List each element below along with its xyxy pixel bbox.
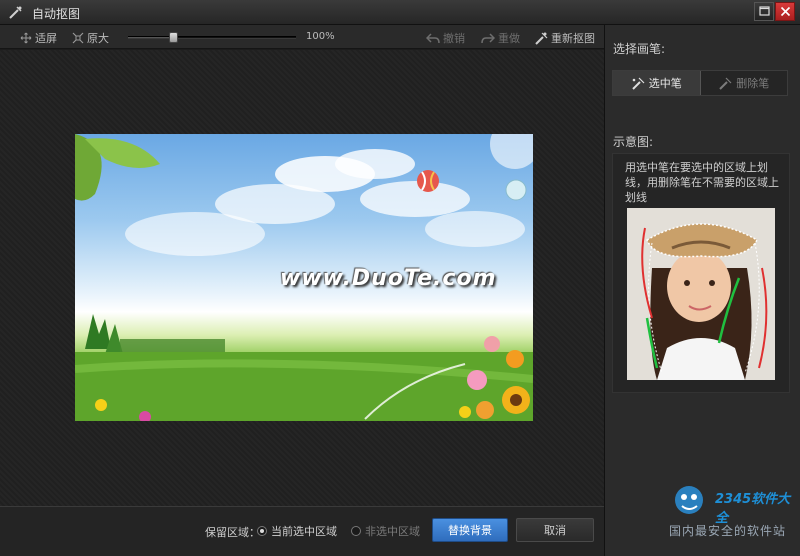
maximize-icon xyxy=(759,6,770,16)
brush-selector: 选中笔 删除笔 xyxy=(612,70,788,96)
keep-area-label: 保留区域： xyxy=(205,526,260,539)
erase-brush-label: 删除笔 xyxy=(736,77,770,90)
slogan-text: 国内最安全的软件站 xyxy=(669,524,787,538)
erase-brush-icon xyxy=(719,77,732,90)
undo-label: 撤销 xyxy=(443,32,465,45)
zoom-level: 100% xyxy=(306,31,335,42)
title-bar: 自动抠图 xyxy=(0,0,800,25)
replace-background-button[interactable]: 替换背景 xyxy=(432,518,508,542)
example-image xyxy=(627,208,775,380)
example-portrait xyxy=(627,208,775,380)
canvas-area[interactable]: www.DuoTe.com xyxy=(0,50,604,506)
app-icon xyxy=(9,6,22,19)
fit-screen-label: 适屏 xyxy=(35,32,57,45)
hint-text: 用选中笔在要选中的区域上划线，用删除笔在不需要的区域上划线 xyxy=(625,161,779,204)
cancel-button[interactable]: 取消 xyxy=(516,518,594,542)
radio-dot-selected xyxy=(257,526,267,536)
close-button[interactable] xyxy=(775,2,795,21)
right-panel: 选择画笔: 选中笔 删除笔 示意图: 用选中笔在要选中的区域上划线，用删除笔在不… xyxy=(604,25,800,556)
redo-button[interactable]: 重做 xyxy=(481,30,520,46)
original-size-label: 原大 xyxy=(87,32,109,45)
undo-button[interactable]: 撤销 xyxy=(426,30,465,46)
recut-label: 重新抠图 xyxy=(551,32,595,45)
redo-label: 重做 xyxy=(498,32,520,45)
recut-icon xyxy=(535,32,548,45)
undo-icon xyxy=(426,33,440,44)
redo-icon xyxy=(481,33,495,44)
keep-unselected-radio[interactable]: 非选中区域 xyxy=(351,523,420,539)
watermark-text: www.DuoTe.com xyxy=(280,266,497,291)
zoom-slider-thumb[interactable] xyxy=(169,32,179,43)
keep-selected-radio[interactable]: 当前选中区域 xyxy=(257,523,337,539)
window-title: 自动抠图 xyxy=(32,7,81,21)
working-image[interactable]: www.DuoTe.com xyxy=(75,134,533,421)
keep-unselected-label: 非选中区域 xyxy=(365,525,420,538)
brand-logo: 2345软件大全 国内最安全的软件站 xyxy=(663,480,800,556)
select-brush-button[interactable]: 选中笔 xyxy=(613,71,701,95)
logo-text: 2345软件大全 xyxy=(715,492,791,526)
choose-brush-heading: 选择画笔: xyxy=(613,42,666,56)
mascot-icon xyxy=(675,486,703,514)
keep-selected-label: 当前选中区域 xyxy=(271,525,337,538)
bottom-bar: 保留区域： 当前选中区域 非选中区域 替换背景 取消 xyxy=(0,506,604,556)
original-size-button[interactable]: 原大 xyxy=(72,30,109,46)
zoom-slider[interactable] xyxy=(128,32,296,43)
fit-screen-button[interactable]: 适屏 xyxy=(20,30,57,46)
maximize-button[interactable] xyxy=(754,2,774,21)
fit-screen-icon xyxy=(20,32,32,44)
erase-brush-button[interactable]: 删除笔 xyxy=(700,71,787,95)
radio-dot-unselected xyxy=(351,526,361,536)
close-icon xyxy=(780,6,791,17)
recut-button[interactable]: 重新抠图 xyxy=(534,30,595,46)
select-brush-label: 选中笔 xyxy=(648,77,682,90)
zoom-slider-fill xyxy=(128,37,174,38)
example-box: 用选中笔在要选中的区域上划线，用删除笔在不需要的区域上划线 xyxy=(612,153,790,393)
select-brush-icon xyxy=(632,77,645,90)
example-heading: 示意图: xyxy=(613,135,654,149)
toolbar: 适屏 原大 100% 撤销 重做 重新抠图 xyxy=(0,25,604,49)
original-size-icon xyxy=(72,32,84,44)
